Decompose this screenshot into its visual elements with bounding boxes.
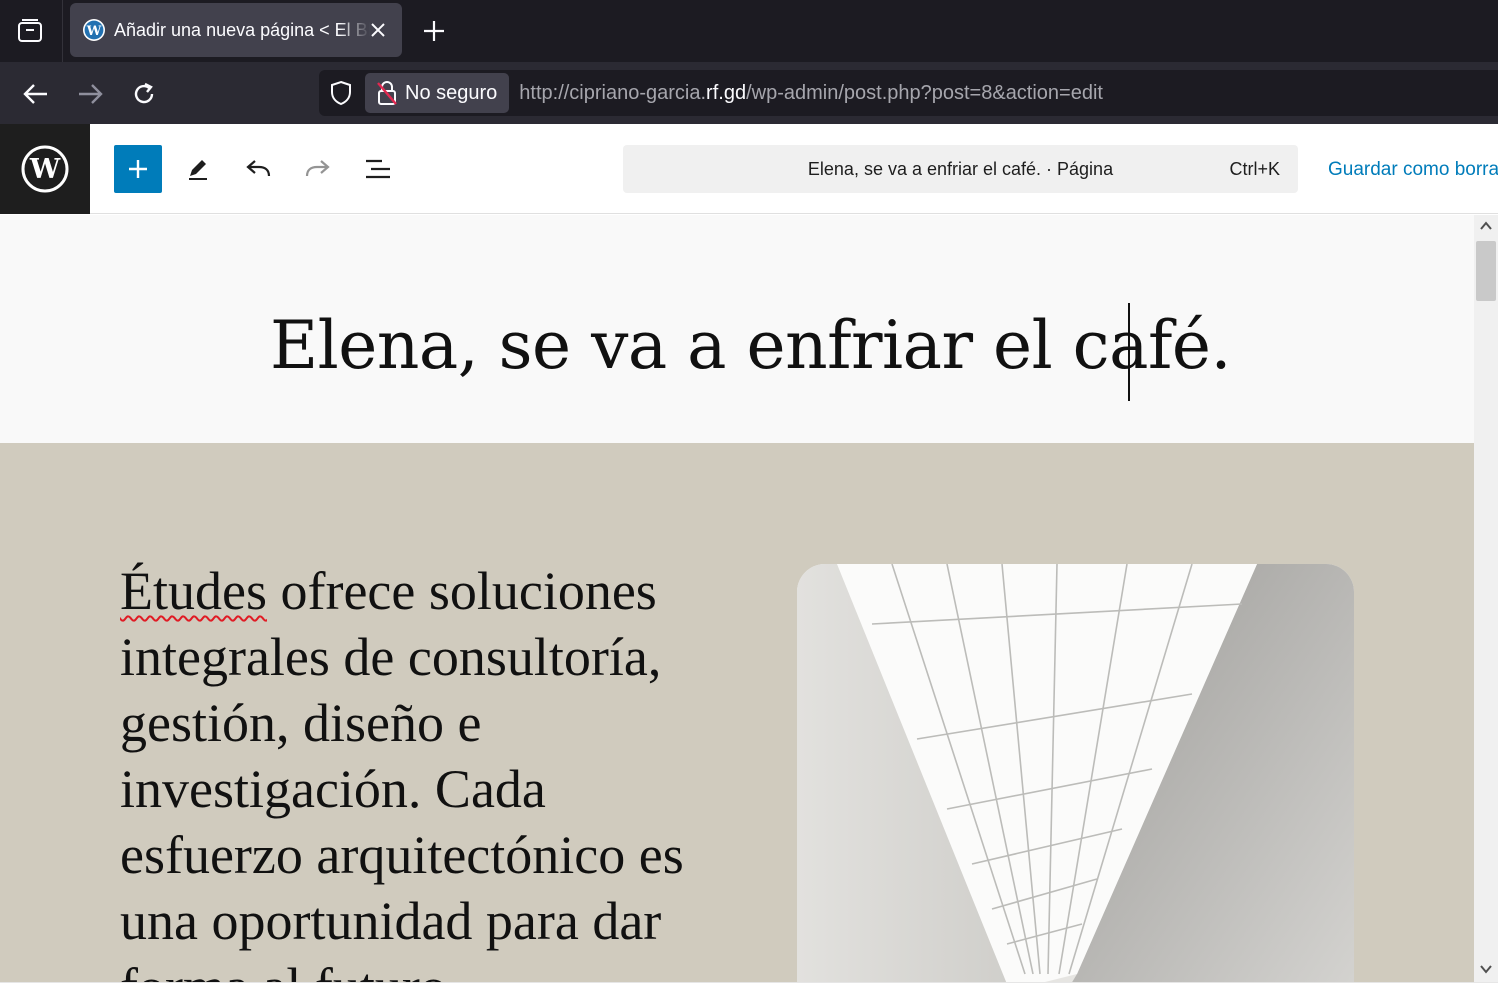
browser-tab-strip: W Añadir una nueva página < El Blog de C… [0,0,1498,62]
scroll-down-icon[interactable] [1479,962,1493,976]
intro-paragraph[interactable]: Études ofrece soluciones integrales de c… [120,558,720,982]
title-block: Elena, se va a enfriar el café. [0,215,1474,443]
wordpress-logo[interactable]: W [0,124,90,214]
pencil-icon[interactable] [178,149,218,189]
url-host: rf.gd [706,81,747,104]
forward-arrow-icon[interactable] [72,76,108,112]
command-bar-shortcut: Ctrl+K [1229,159,1280,179]
architecture-photo[interactable] [797,564,1354,982]
architecture-image [797,564,1354,982]
status-strip [0,982,1498,994]
reload-icon[interactable] [126,76,162,112]
text-caret [1128,303,1130,401]
document-overview-icon[interactable] [358,149,398,189]
command-bar-title: Elena, se va a enfriar el café. · Página [807,159,1114,179]
tab-separator [62,0,63,62]
cover-section: Études ofrece soluciones integrales de c… [0,443,1474,982]
url-text[interactable]: http://cipriano-garcia.rf.gd/wp-admin/po… [519,82,1103,105]
editor-toolbar: W Elena, se va a enfriar el café. · Pági… [0,124,1498,214]
vertical-scrollbar[interactable] [1474,215,1498,982]
misspelled-word[interactable]: Études [120,561,267,621]
add-block-button[interactable] [114,145,162,193]
url-bar[interactable]: No seguro http://cipriano-garcia.rf.gd/w… [319,70,1498,116]
tab-overview-icon[interactable] [10,12,50,50]
url-path: /wp-admin/post.php?post=8&action=edit [746,81,1103,104]
svg-text:W: W [29,154,61,185]
paragraph-text: ofrece soluciones integrales de consulto… [120,561,684,982]
shield-icon[interactable] [319,70,363,116]
tab-title: Añadir una nueva página < El Blog de Cip… [114,19,370,40]
back-arrow-icon[interactable] [18,76,54,112]
command-palette-bar[interactable]: Elena, se va a enfriar el café. · Página… [623,145,1298,193]
scroll-up-icon[interactable] [1479,219,1493,233]
navigation-bar: No seguro http://cipriano-garcia.rf.gd/w… [0,62,1498,124]
broken-lock-icon [377,81,397,105]
plus-icon [129,160,147,178]
svg-text:W: W [86,24,102,39]
scrollbar-thumb[interactable] [1476,241,1496,301]
editor-canvas: Elena, se va a enfriar el café. Études o… [0,215,1474,982]
redo-icon[interactable] [298,149,338,189]
new-tab-plus-icon[interactable] [418,15,450,47]
not-secure-badge[interactable]: No seguro [365,73,510,113]
url-prefix: http://cipriano-garcia. [519,81,707,104]
wordpress-icon: W [83,19,105,41]
undo-icon[interactable] [238,149,278,189]
not-secure-label: No seguro [405,81,498,104]
save-draft-button[interactable]: Guardar como borrador [1328,159,1498,181]
post-title[interactable]: Elena, se va a enfriar el café. [270,307,1231,384]
browser-tab[interactable]: W Añadir una nueva página < El Blog de C… [70,3,402,57]
close-tab-icon[interactable] [366,18,390,42]
